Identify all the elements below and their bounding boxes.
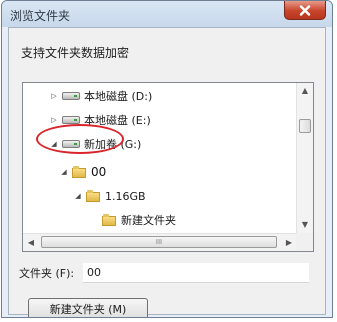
collapsed-arrow-icon[interactable]: ▷: [49, 116, 59, 124]
tree-node-folder-1-16gb[interactable]: ◢ 1.16GB: [73, 187, 146, 205]
collapsed-arrow-icon[interactable]: ▷: [49, 92, 59, 100]
close-button[interactable]: [284, 1, 326, 20]
folder-name-input[interactable]: [83, 263, 309, 283]
expanded-arrow-icon[interactable]: ◢: [73, 192, 83, 200]
tree-node-folder-00[interactable]: ◢ 00: [59, 161, 106, 183]
scrollbar-corner: [296, 233, 313, 251]
folder-field-row: 文件夹 (F):: [19, 262, 309, 284]
expanded-arrow-icon[interactable]: ◢: [59, 168, 69, 176]
dialog-body: 支持文件夹数据加密 ▷ 本地磁盘 (D:) ▷ 本地磁盘 (E:) ◢ 新加卷 …: [8, 27, 326, 317]
scroll-down-arrow-icon[interactable]: ▼: [297, 217, 313, 233]
scroll-right-arrow-icon[interactable]: ▶: [281, 234, 297, 251]
tree-node-drive-d[interactable]: ▷ 本地磁盘 (D:): [49, 87, 152, 105]
folder-icon: [72, 166, 86, 178]
drive-icon: [62, 116, 80, 124]
scroll-left-arrow-icon[interactable]: ◀: [23, 234, 39, 251]
folder-field-label: 文件夹 (F):: [19, 267, 75, 280]
close-icon: [299, 4, 311, 16]
horizontal-scroll-thumb[interactable]: III: [41, 236, 277, 248]
dialog-description: 支持文件夹数据加密: [21, 46, 130, 60]
selection-highlight-ring: [36, 124, 124, 154]
folder-icon: [86, 190, 100, 202]
new-folder-button[interactable]: 新建文件夹 (M): [28, 298, 148, 317]
title-bar[interactable]: 浏览文件夹: [2, 1, 332, 27]
horizontal-scrollbar[interactable]: ◀ III ▶: [23, 233, 297, 251]
tree-node-folder-new[interactable]: 新建文件夹: [89, 211, 176, 229]
folder-tree[interactable]: ▷ 本地磁盘 (D:) ▷ 本地磁盘 (E:) ◢ 新加卷 (G:) ◢ 00: [22, 82, 314, 252]
scroll-grip-icon: III: [155, 238, 163, 246]
tree-node-label: 00: [91, 165, 107, 179]
vertical-scrollbar[interactable]: ▲ ▼: [296, 83, 313, 233]
dialog-title: 浏览文件夹: [10, 9, 71, 23]
vertical-scroll-thumb[interactable]: [299, 119, 311, 133]
tree-node-label: 本地磁盘 (D:): [84, 90, 153, 103]
tree-node-label: 1.16GB: [105, 189, 146, 203]
scroll-up-arrow-icon[interactable]: ▲: [297, 83, 313, 99]
tree-node-label: 新建文件夹: [121, 214, 176, 227]
folder-icon: [102, 214, 116, 226]
drive-icon: [62, 92, 80, 100]
browse-folder-dialog: 浏览文件夹 支持文件夹数据加密 ▷ 本地磁盘 (D:) ▷ 本地磁盘 (E:): [1, 0, 333, 318]
